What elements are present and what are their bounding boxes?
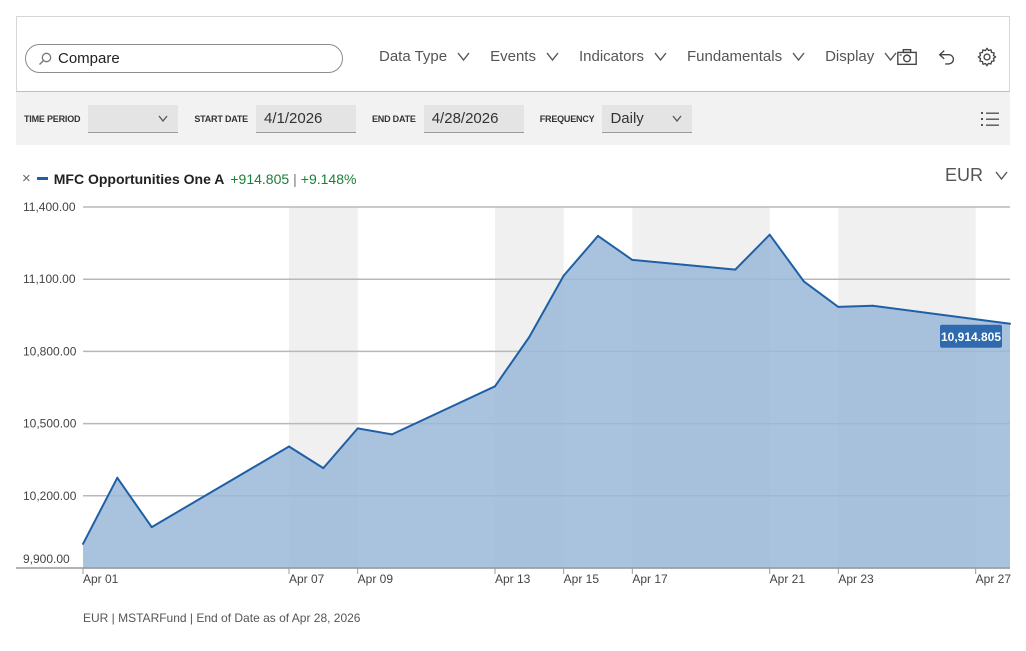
data-point [116,476,119,479]
y-tick-label: 9,900.00 [23,552,70,566]
x-tick-label: Apr 27 [976,572,1012,586]
y-tick-label: 11,100.00 [23,272,76,286]
menu-data-type-label: Data Type [379,48,448,65]
series-legend: × MFC Opportunities One A +914.805 | +9.… [22,170,356,187]
frequency-label: FREQUENCY [539,113,595,124]
series-swatch [36,177,48,180]
menu-data-type[interactable]: Data Type [379,48,470,65]
frequency-select[interactable]: Daily [602,104,693,133]
data-point [768,233,771,236]
chart-toolbar: Data Type Events Indicators Fundamentals… [16,16,1010,92]
last-value-label: 10,914.805 [941,330,1001,344]
settings-bar: TIME PERIOD START DATE 4/1/2026 END DATE… [16,92,1010,145]
time-period-select[interactable] [88,104,179,133]
last-value-marker: 10,914.805 [940,324,1002,348]
frequency-value: Daily [610,109,644,127]
data-point [288,445,290,448]
data-point [597,234,599,237]
x-axis: Apr 01 Apr 07 Apr 09 Apr 13 Apr 15 Apr 17 Apr … [82,568,1012,586]
x-tick-label: Apr 15 [564,572,600,586]
data-point [494,385,496,388]
remove-series-icon[interactable]: × [22,170,31,187]
menu-display-label: Display [825,48,875,65]
camera-icon[interactable] [895,45,919,69]
chevron-down-icon [995,171,1008,180]
chevron-down-icon [457,52,470,61]
chevron-down-icon [792,52,805,61]
end-date-label: END DATE [371,113,416,124]
menu-indicators[interactable]: Indicators [579,48,667,65]
x-tick-label: Apr 09 [358,572,394,586]
data-point [150,526,153,529]
toolbar-tools [895,45,999,69]
chevron-down-icon [158,115,168,122]
y-tick-label: 10,500.00 [23,417,77,431]
list-icon[interactable] [980,110,1000,128]
data-point [871,304,874,307]
start-date-input[interactable]: 4/1/2026 [255,104,356,133]
currency-select[interactable]: EUR [945,165,1008,186]
data-point [837,305,840,308]
data-point [82,542,84,545]
data-point [803,280,805,283]
data-point [391,433,393,436]
search-icon [39,52,52,65]
y-axis: 11,400.00 11,100.00 10,800.00 10,500.00 10,2… [23,200,77,566]
x-tick-label: Apr 07 [289,572,325,586]
menu-fundamentals-label: Fundamentals [687,48,783,65]
menu-indicators-label: Indicators [578,48,645,65]
y-tick-label: 10,800.00 [23,344,77,358]
series-name: MFC Opportunities One A [53,170,225,187]
gear-icon[interactable] [975,45,999,69]
menu-events-label: Events [490,48,536,65]
undo-icon[interactable] [935,45,959,69]
x-tick-label: Apr 23 [838,572,874,586]
data-point [631,258,634,261]
series-change-separator: | [293,170,297,187]
x-tick-label: Apr 01 [83,572,119,586]
chart-footer: EUR | MSTARFund | End of Date as of Apr … [83,611,361,625]
currency-value: EUR [944,165,983,185]
menu-events[interactable]: Events [490,48,559,65]
chevron-down-icon [654,52,667,61]
compare-input[interactable] [58,50,318,67]
x-tick-label: Apr 13 [495,572,531,586]
end-date-value: 4/28/2026 [431,109,499,127]
data-point [562,274,565,277]
chevron-down-icon [672,115,682,122]
y-tick-label: 11,400.00 [23,200,76,214]
end-date-input[interactable]: 4/28/2026 [423,104,524,133]
y-tick-label: 10,200.00 [23,489,77,503]
start-date-label: START DATE [194,113,248,124]
data-point [1009,322,1011,325]
chevron-down-icon [546,52,559,61]
price-chart: 11,400.00 11,100.00 10,800.00 10,500.00 10,2… [16,200,1012,586]
data-point [322,467,325,470]
series-change-abs: +914.805 [230,170,290,187]
start-date-value: 4/1/2026 [263,109,323,127]
toolbar-menus: Data Type Events Indicators Fundamentals… [379,48,917,65]
x-tick-label: Apr 21 [770,572,806,586]
data-point [356,427,359,430]
data-point [528,336,531,338]
menu-display[interactable]: Display [825,48,897,65]
time-period-label: TIME PERIOD [24,113,81,124]
compare-search[interactable] [25,44,343,73]
data-point [734,268,737,271]
x-tick-label: Apr 17 [632,572,668,586]
series-change-pct: +9.148% [300,170,357,187]
menu-fundamentals[interactable]: Fundamentals [687,48,805,65]
